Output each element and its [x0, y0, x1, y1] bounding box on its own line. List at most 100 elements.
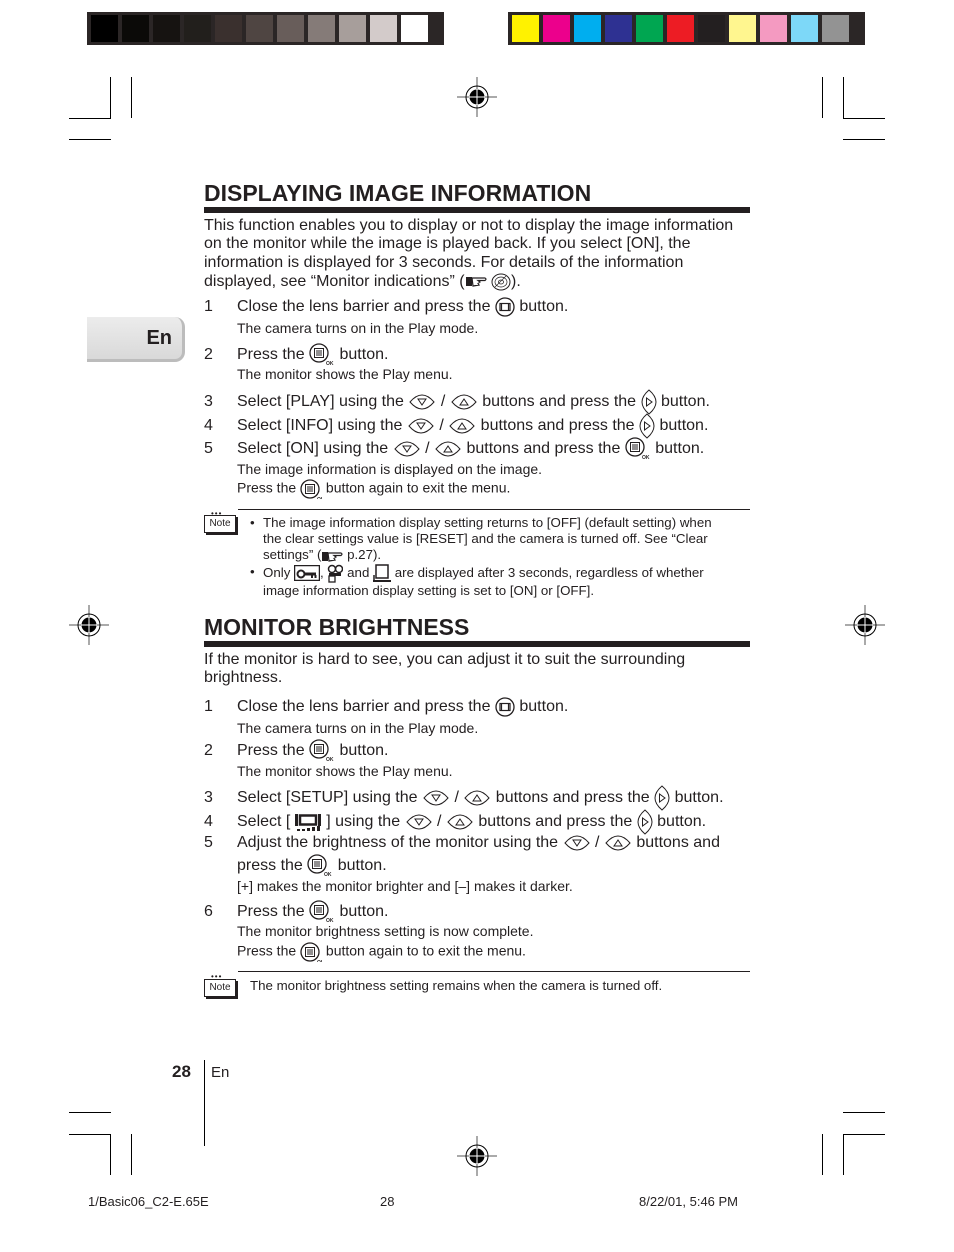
- step-2: 2 Press the button.: [204, 343, 388, 367]
- reference-hand-icon: [321, 551, 343, 562]
- step-text: button.: [339, 742, 389, 760]
- step-number: 4: [204, 813, 213, 831]
- color-swatch: [91, 15, 118, 42]
- language-tab-label: En: [146, 327, 172, 349]
- right-arrow-button-icon: [641, 389, 657, 415]
- separator: /: [437, 813, 442, 831]
- crop-mark: [843, 1134, 885, 1135]
- movie-icon: [328, 564, 344, 583]
- intro-line: This function enables you to display or …: [204, 217, 734, 234]
- crop-mark: [69, 139, 111, 140]
- page-language: En: [211, 1064, 230, 1081]
- step-note: Press the button again to exit the menu.: [237, 479, 510, 499]
- step-number: 3: [204, 789, 213, 807]
- step-note-text: Press the: [237, 479, 297, 496]
- step-3: 3 Select [PLAY] using the / buttons and p…: [204, 389, 710, 415]
- separator: /: [439, 417, 444, 435]
- note-line: the clear settings value is [RESET] and …: [263, 531, 708, 547]
- step-number: 2: [204, 346, 213, 364]
- right-arrow-button-icon: [639, 413, 655, 439]
- section1-intro: This function enables you to display or …: [204, 217, 750, 292]
- color-swatch: [308, 15, 335, 42]
- down-arrow-button-icon: [564, 835, 590, 851]
- step-text: buttons and press the: [495, 789, 650, 807]
- step-6: 6 Press the button.: [204, 900, 388, 924]
- up-arrow-button-icon: [605, 835, 631, 851]
- step-text: Press the: [237, 903, 305, 921]
- step-note-text: button again to to exit the menu.: [325, 942, 526, 959]
- step-text: button.: [674, 789, 724, 807]
- footer-page: 28: [380, 1194, 395, 1209]
- intro-line: displayed, see “Monitor indications” ( )…: [204, 272, 750, 292]
- step-number: 1: [204, 698, 213, 716]
- intro-line: If the monitor is hard to see, you can a…: [204, 651, 686, 668]
- step-2: 2 Press the button.: [204, 739, 388, 763]
- intro-line: information is displayed for 3 seconds. …: [204, 253, 684, 271]
- color-swatch: [122, 15, 149, 42]
- step-4: 4 Select [INFO] using the / buttons and p…: [204, 413, 708, 439]
- crop-mark: [69, 1134, 111, 1135]
- note-line: image information display setting is set…: [263, 582, 595, 598]
- step-text: button.: [337, 857, 387, 875]
- cd-rom-icon: [491, 273, 511, 291]
- step-text: Adjust the brightness of the monitor usi…: [237, 834, 559, 852]
- note-item: • Only , and are displayed after 3 secon…: [250, 564, 745, 599]
- monitor-brightness-icon: [294, 812, 322, 832]
- language-tab: En: [87, 317, 185, 362]
- step-number: 3: [204, 393, 213, 411]
- protect-key-icon: [294, 565, 321, 582]
- menu-ok-button-icon: [300, 479, 323, 499]
- step-number: 5: [204, 834, 213, 852]
- crop-mark: [843, 118, 885, 119]
- bullet: •: [250, 515, 255, 530]
- right-arrow-button-icon: [637, 809, 653, 835]
- crop-mark: [822, 77, 823, 118]
- step-number: 6: [204, 903, 213, 921]
- color-swatch: [729, 15, 756, 42]
- step-5: 5 Select [ON] using the / buttons and pre…: [204, 437, 704, 461]
- footer-filename: 1/Basic06_C2-E.65E: [88, 1194, 209, 1209]
- step-text: press the: [237, 857, 303, 875]
- step-text: Select [ON] using the: [237, 440, 389, 458]
- color-swatch: [543, 15, 570, 42]
- color-swatch: [667, 15, 694, 42]
- page-number: 28: [172, 1062, 191, 1081]
- separator: /: [425, 440, 430, 458]
- step-number: 5: [204, 440, 213, 458]
- play-button-icon: [495, 297, 515, 317]
- color-swatch: [574, 15, 601, 42]
- step-text: Select [PLAY] using the: [237, 393, 404, 411]
- step-text: button.: [519, 698, 569, 716]
- step-text: button.: [655, 440, 705, 458]
- crop-mark: [843, 1134, 844, 1175]
- color-swatch: [512, 15, 539, 42]
- step-note: [+] makes the monitor brighter and [–] m…: [237, 878, 573, 894]
- down-arrow-button-icon: [394, 441, 420, 457]
- note-text: ,: [320, 564, 324, 580]
- footer-timestamp: 8/22/01, 5:46 PM: [639, 1194, 739, 1209]
- crop-mark: [843, 77, 844, 118]
- step-text: ] using the: [326, 813, 401, 831]
- step-note: The monitor shows the Play menu.: [237, 366, 453, 382]
- section-title-displaying-image-information: DISPLAYING IMAGE INFORMATION: [204, 180, 592, 206]
- down-arrow-button-icon: [408, 418, 434, 434]
- note-rule: [238, 971, 750, 972]
- step-text: buttons and press the: [480, 417, 635, 435]
- crop-mark: [843, 1112, 885, 1113]
- up-arrow-button-icon: [447, 814, 473, 830]
- step-note: The image information is displayed on th…: [237, 461, 543, 477]
- down-arrow-button-icon: [423, 790, 449, 806]
- process-color-bar: [508, 12, 865, 45]
- crop-mark: [110, 77, 111, 118]
- crop-mark: [131, 77, 132, 118]
- crop-mark: [110, 1134, 111, 1175]
- up-arrow-button-icon: [435, 441, 461, 457]
- step-text: Select [INFO] using the: [237, 417, 403, 435]
- down-arrow-button-icon: [406, 814, 432, 830]
- separator: /: [440, 393, 446, 411]
- intro-end: ).: [511, 273, 521, 291]
- page-divider: [204, 1060, 205, 1146]
- note-text: Only: [263, 564, 291, 580]
- grayscale-color-bar: [87, 12, 444, 45]
- step-text: Press the: [237, 346, 305, 364]
